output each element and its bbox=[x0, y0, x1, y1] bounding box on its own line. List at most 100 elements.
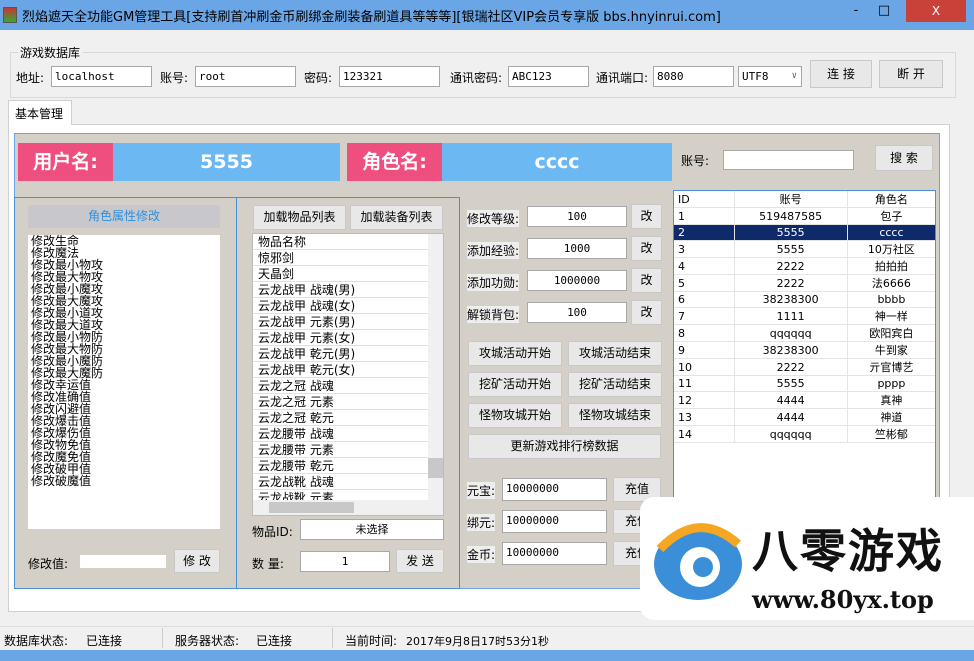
table-row[interactable]: 10 2222 亓官博艺 bbox=[674, 358, 935, 376]
table-cell: 欧阳宾白 bbox=[847, 324, 935, 342]
recharge-input[interactable]: 10000000 bbox=[502, 478, 607, 501]
op-label: 添加功勋: bbox=[467, 274, 520, 291]
op-value-input[interactable]: 100 bbox=[527, 302, 627, 323]
item-list-item[interactable]: 云龙战甲 乾元(女) bbox=[253, 362, 429, 378]
table-row[interactable]: 6 38238300 bbbb bbox=[674, 291, 935, 308]
chevron-down-icon: ∨ bbox=[791, 71, 797, 81]
table-cell: 7 bbox=[674, 307, 735, 325]
item-list-item[interactable]: 物品名称 bbox=[253, 234, 429, 250]
table-row[interactable]: 2 5555 cccc bbox=[674, 224, 935, 241]
encoding-value: UTF8 bbox=[742, 70, 769, 83]
op-modify-button[interactable]: 改 bbox=[631, 300, 662, 325]
h-scroll-thumb[interactable] bbox=[269, 502, 354, 513]
op-modify-button[interactable]: 改 bbox=[631, 204, 662, 229]
time-label: 当前时间: bbox=[345, 634, 398, 648]
item-list-item[interactable]: 云龙腰带 乾元 bbox=[253, 458, 429, 474]
minimize-button[interactable]: - bbox=[842, 0, 870, 22]
item-list-item[interactable]: 云龙腰带 战魂 bbox=[253, 426, 429, 442]
item-list-item[interactable]: 天晶剑 bbox=[253, 266, 429, 282]
table-cell: 包子 bbox=[847, 207, 935, 225]
comm-password-input[interactable]: ABC123 bbox=[508, 66, 589, 87]
table-row[interactable]: 12 4444 真神 bbox=[674, 391, 935, 409]
modify-button[interactable]: 修 改 bbox=[174, 549, 220, 573]
op-value-input[interactable]: 1000000 bbox=[527, 270, 627, 291]
event-button[interactable]: 怪物攻城开始 bbox=[468, 403, 562, 428]
table-cell: 法6666 bbox=[847, 274, 935, 292]
table-cell: bbbb bbox=[847, 291, 935, 308]
disconnect-button[interactable]: 断 开 bbox=[879, 60, 943, 88]
item-list-item[interactable]: 云龙战甲 元素(女) bbox=[253, 330, 429, 346]
table-cell: 竺彬郁 bbox=[847, 425, 935, 443]
encoding-select[interactable]: UTF8 ∨ bbox=[738, 66, 802, 87]
scroll-thumb[interactable] bbox=[428, 458, 443, 478]
table-row[interactable]: 7 1111 神一样 bbox=[674, 307, 935, 325]
item-list-item[interactable]: 云龙战甲 战魂(男) bbox=[253, 282, 429, 298]
table-cell: 1 bbox=[674, 207, 735, 225]
account-input[interactable]: root bbox=[195, 66, 296, 87]
event-button[interactable]: 挖矿活动结束 bbox=[568, 372, 662, 397]
table-cell: cccc bbox=[847, 224, 935, 241]
search-account-input[interactable] bbox=[723, 150, 854, 170]
item-list-item[interactable]: 惊邪剑 bbox=[253, 250, 429, 266]
op-value-input[interactable]: 1000 bbox=[527, 238, 627, 259]
item-list-item[interactable]: 云龙战甲 战魂(女) bbox=[253, 298, 429, 314]
table-cell: 11 bbox=[674, 375, 735, 392]
table-row[interactable]: 4 2222 拍拍拍 bbox=[674, 257, 935, 275]
table-cell: 4 bbox=[674, 257, 735, 275]
horizontal-scrollbar[interactable] bbox=[253, 500, 443, 515]
op-modify-button[interactable]: 改 bbox=[631, 268, 662, 293]
search-button[interactable]: 搜 索 bbox=[875, 145, 933, 171]
table-row[interactable]: 3 5555 10万社区 bbox=[674, 240, 935, 258]
send-button[interactable]: 发 送 bbox=[396, 549, 444, 573]
table-cell: 38238300 bbox=[734, 341, 848, 359]
tab-basic-management[interactable]: 基本管理 bbox=[8, 100, 72, 125]
maximize-button[interactable]: □ bbox=[870, 0, 898, 22]
table-cell: 拍拍拍 bbox=[847, 257, 935, 275]
event-button[interactable]: 攻城活动结束 bbox=[568, 341, 662, 366]
item-list-item[interactable]: 云龙之冠 元素 bbox=[253, 394, 429, 410]
table-row[interactable]: 14 qqqqqq 竺彬郁 bbox=[674, 425, 935, 443]
event-button[interactable]: 攻城活动开始 bbox=[468, 341, 562, 366]
table-cell: 519487585 bbox=[734, 207, 848, 225]
attr-list[interactable]: 修改生命 修改魔法 修改最小物攻 修改最大物攻 修改最小魔攻 修改最大魔攻 修改最小道攻 修改… bbox=[28, 235, 220, 529]
server-status-label: 服务器状态: bbox=[175, 634, 240, 648]
item-list-item[interactable]: 云龙战靴 战魂 bbox=[253, 474, 429, 490]
table-row[interactable]: 13 4444 神道 bbox=[674, 408, 935, 426]
item-list-item[interactable]: 云龙腰带 元素 bbox=[253, 442, 429, 458]
attr-list-item[interactable]: 修改破魔值 bbox=[31, 475, 217, 487]
recharge-input[interactable]: 10000000 bbox=[502, 510, 607, 533]
table-row[interactable]: 11 5555 pppp bbox=[674, 375, 935, 392]
quantity-label: 数 量: bbox=[252, 557, 284, 571]
table-cell: 13 bbox=[674, 408, 735, 426]
op-modify-button[interactable]: 改 bbox=[631, 236, 662, 261]
item-list-item[interactable]: 云龙战甲 乾元(男) bbox=[253, 346, 429, 362]
table-cell: 2222 bbox=[734, 358, 848, 376]
op-value-input[interactable]: 100 bbox=[527, 206, 627, 227]
table-row[interactable]: 1 519487585 包子 bbox=[674, 207, 935, 225]
modify-value-input[interactable] bbox=[80, 555, 166, 568]
comm-password-label: 通讯密码: bbox=[450, 71, 503, 85]
table-row[interactable]: 5 2222 法6666 bbox=[674, 274, 935, 292]
load-items-button[interactable]: 加载物品列表 bbox=[253, 205, 346, 230]
rolename-value: cccc bbox=[442, 143, 672, 181]
table-cell: 8 bbox=[674, 324, 735, 342]
vertical-scrollbar[interactable] bbox=[428, 234, 443, 500]
table-row[interactable]: 9 38238300 牛到家 bbox=[674, 341, 935, 359]
comm-port-input[interactable]: 8080 bbox=[653, 66, 734, 87]
password-label: 密码: bbox=[304, 71, 333, 85]
item-list[interactable]: 物品名称 惊邪剑 天晶剑 云龙战甲 战魂(男) 云龙战甲 战魂(女) 云龙战甲 元素(男)… bbox=[252, 233, 444, 516]
address-input[interactable]: localhost bbox=[51, 66, 152, 87]
update-rank-button[interactable]: 更新游戏排行榜数据 bbox=[468, 434, 661, 459]
event-button[interactable]: 挖矿活动开始 bbox=[468, 372, 562, 397]
item-list-item[interactable]: 云龙战甲 元素(男) bbox=[253, 314, 429, 330]
connect-button[interactable]: 连 接 bbox=[810, 60, 872, 88]
event-button[interactable]: 怪物攻城结束 bbox=[568, 403, 662, 428]
recharge-input[interactable]: 10000000 bbox=[502, 542, 607, 565]
item-list-item[interactable]: 云龙之冠 乾元 bbox=[253, 410, 429, 426]
password-input[interactable]: 123321 bbox=[339, 66, 440, 87]
close-button[interactable]: X bbox=[906, 0, 966, 22]
table-row[interactable]: 8 qqqqqq 欧阳宾白 bbox=[674, 324, 935, 342]
load-equip-button[interactable]: 加载装备列表 bbox=[350, 205, 443, 230]
item-list-item[interactable]: 云龙之冠 战魂 bbox=[253, 378, 429, 394]
quantity-input[interactable]: 1 bbox=[300, 551, 390, 572]
